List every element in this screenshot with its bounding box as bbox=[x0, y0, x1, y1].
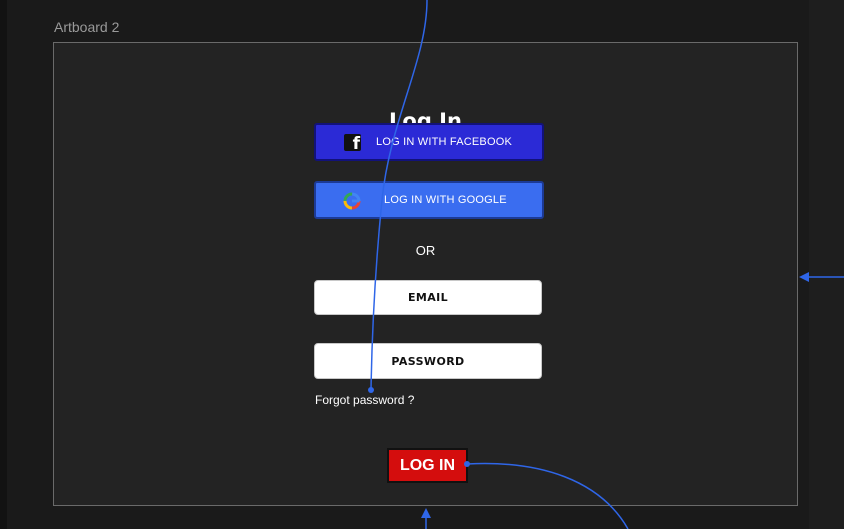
google-login-button[interactable]: LOG IN WITH GOOGLE bbox=[314, 181, 544, 219]
facebook-icon: f bbox=[344, 134, 361, 151]
google-login-label: LOG IN WITH GOOGLE bbox=[384, 194, 507, 206]
email-field[interactable]: EMAIL bbox=[314, 280, 542, 315]
google-icon bbox=[343, 192, 361, 210]
arrow-icon bbox=[421, 508, 431, 518]
artboard-label[interactable]: Artboard 2 bbox=[54, 19, 119, 35]
canvas-edge bbox=[0, 0, 7, 529]
facebook-login-label: LOG IN WITH FACEBOOK bbox=[376, 136, 513, 148]
canvas-edge-right bbox=[809, 0, 844, 529]
artboard[interactable]: Log In f LOG IN WITH FACEBOOK LOG IN WIT… bbox=[53, 42, 798, 506]
forgot-password-link[interactable]: Forgot password ? bbox=[315, 393, 414, 407]
password-field[interactable]: PASSWORD bbox=[314, 343, 542, 379]
login-button[interactable]: LOG IN bbox=[387, 448, 468, 483]
or-divider-label: OR bbox=[415, 243, 436, 258]
arrow-icon bbox=[799, 272, 809, 282]
facebook-login-button[interactable]: f LOG IN WITH FACEBOOK bbox=[314, 123, 544, 161]
